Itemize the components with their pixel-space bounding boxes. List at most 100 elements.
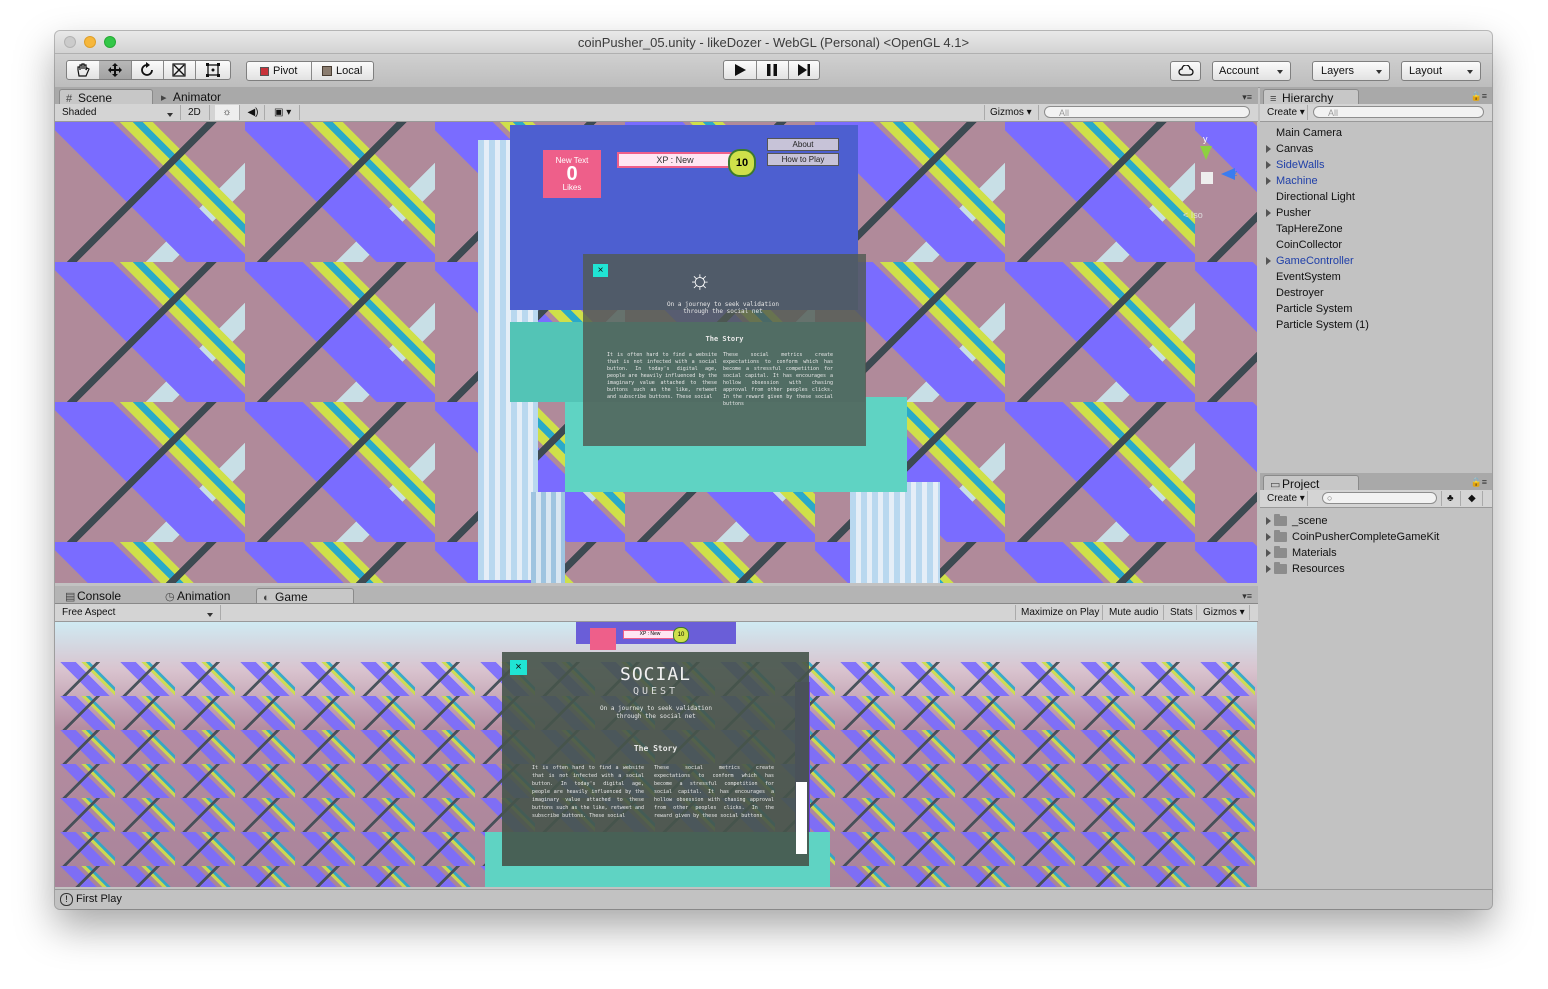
scene-tabbar: # Scene ▸ Animator ▾≡ <box>55 87 1258 105</box>
game-panel-menu-icon[interactable]: ▾≡ <box>1242 591 1252 602</box>
title-bar[interactable]: coinPusher_05.unity - likeDozer - WebGL … <box>55 31 1492 54</box>
hand-tool-button[interactable] <box>67 61 100 79</box>
hierarchy-item-main-camera[interactable]: Main Camera <box>1276 125 1342 141</box>
shading-mode-dropdown[interactable]: Shaded <box>57 105 181 120</box>
main-toolbar: Pivot Local Account Layers Layout <box>55 54 1492 88</box>
pivot-button[interactable]: Pivot <box>247 62 312 80</box>
project-menu-icon[interactable]: 🔒≡ <box>1471 477 1487 488</box>
filter-by-type-button[interactable]: ♣ <box>1441 491 1461 506</box>
hierarchy-item-canvas[interactable]: Canvas <box>1266 141 1313 157</box>
hierarchy-item-eventsystem[interactable]: EventSystem <box>1276 269 1341 285</box>
rotate-tool-button[interactable] <box>131 61 164 79</box>
pause-button[interactable] <box>756 61 789 79</box>
game-gizmos-dropdown[interactable]: Gizmos ▾ <box>1198 605 1250 620</box>
play-button[interactable] <box>724 61 757 79</box>
hierarchy-item-pusher[interactable]: Pusher <box>1266 205 1311 221</box>
tab-game[interactable]: ◐ Game <box>256 588 354 604</box>
project-folder-label: _scene <box>1292 515 1328 527</box>
expand-arrow-icon[interactable] <box>1266 145 1275 153</box>
filter-by-label-button[interactable]: ◆ <box>1463 491 1483 506</box>
project-search-input[interactable]: ○ <box>1322 492 1437 504</box>
scene-close-button[interactable]: × <box>593 264 608 277</box>
gizmo-persp-label: < Iso <box>1183 210 1203 220</box>
expand-arrow-icon[interactable] <box>1266 209 1275 217</box>
move-tool-button[interactable] <box>99 61 132 79</box>
expand-arrow-icon[interactable] <box>1266 177 1275 185</box>
rect-tool-button[interactable] <box>195 61 231 79</box>
tab-scene[interactable]: # Scene <box>59 89 153 105</box>
scene-lighting-toggle[interactable]: ☼ <box>215 105 240 120</box>
aspect-dropdown[interactable]: Free Aspect <box>57 605 221 620</box>
layout-dropdown[interactable]: Layout <box>1401 61 1481 81</box>
scale-tool-button[interactable] <box>163 61 196 79</box>
scene-viewport[interactable]: New Text 0 Likes XP : New 10 About How t… <box>55 122 1257 583</box>
scene-audio-toggle[interactable]: ◀) <box>242 105 265 120</box>
hierarchy-item-destroyer[interactable]: Destroyer <box>1276 285 1324 301</box>
hierarchy-create-dropdown[interactable]: Create ▾ <box>1262 105 1308 120</box>
scene-gizmos-label: Gizmos <box>990 107 1024 118</box>
hierarchy-item-gamecontroller[interactable]: GameController <box>1266 253 1354 269</box>
machine-leg-right <box>850 482 940 583</box>
step-icon <box>798 64 810 76</box>
tab-console-label: Console <box>77 589 122 603</box>
folder-icon <box>1274 546 1287 558</box>
folder-icon <box>1274 514 1287 526</box>
hierarchy-search-input[interactable]: All <box>1313 106 1484 118</box>
hierarchy-item-particle-system-1[interactable]: Particle System (1) <box>1276 317 1369 333</box>
cloud-button[interactable] <box>1170 61 1201 81</box>
hierarchy-item-machine[interactable]: Machine <box>1266 173 1318 189</box>
layers-dropdown[interactable]: Layers <box>1312 61 1390 81</box>
layout-label: Layout <box>1409 65 1443 77</box>
tab-animator[interactable]: ▸ Animator <box>155 89 253 104</box>
expand-arrow-icon[interactable] <box>1266 161 1275 169</box>
hierarchy-item-tapherezone[interactable]: TapHereZone <box>1276 221 1343 237</box>
scene-effects-dropdown[interactable]: ▣ ▾ <box>268 105 300 120</box>
project-create-dropdown[interactable]: Create ▾ <box>1262 491 1308 506</box>
scene-search-input[interactable]: All <box>1044 106 1250 118</box>
project-folder-scene[interactable]: _scene <box>1266 513 1328 529</box>
tab-project-label: Project <box>1282 477 1320 491</box>
game-scroll-handle[interactable] <box>796 782 807 854</box>
playback-controls <box>723 60 820 80</box>
project-folder-coinpusher-kit[interactable]: CoinPusherCompleteGameKit <box>1266 529 1439 545</box>
tab-project[interactable]: ▭ Project <box>1263 475 1359 491</box>
game-level-badge: 10 <box>673 627 689 643</box>
toggle-2d-button[interactable]: 2D <box>183 105 210 120</box>
gizmo-center-cube <box>1201 172 1213 184</box>
game-viewport[interactable]: XP : New 10 × SOCIAL QUEST On a journey … <box>55 622 1257 887</box>
rotate-icon <box>141 62 153 76</box>
status-message[interactable]: First Play <box>76 893 122 905</box>
likes-label: Likes <box>562 183 582 192</box>
hierarchy-item-particle-system[interactable]: Particle System <box>1276 301 1352 317</box>
move-icon <box>108 63 122 77</box>
about-button[interactable]: About <box>767 138 839 151</box>
account-dropdown[interactable]: Account <box>1212 61 1291 81</box>
how-to-play-button[interactable]: How to Play <box>767 153 839 166</box>
orientation-gizmo[interactable]: y z < Iso <box>1173 134 1243 224</box>
expand-arrow-icon[interactable] <box>1266 257 1275 265</box>
tab-hierarchy[interactable]: ≡ Hierarchy <box>1263 89 1359 105</box>
tab-animation[interactable]: ◷ Animation <box>159 588 255 603</box>
toggle-2d-label: 2D <box>188 107 201 118</box>
tab-console[interactable]: ▤ Console <box>59 588 151 603</box>
panel-menu-icon[interactable]: ▾≡ <box>1242 92 1252 103</box>
window-title: coinPusher_05.unity - likeDozer - WebGL … <box>577 35 970 50</box>
editor-window: coinPusher_05.unity - likeDozer - WebGL … <box>55 31 1492 909</box>
level-badge: 10 <box>728 149 756 177</box>
hierarchy-menu-icon[interactable]: 🔒≡ <box>1471 91 1487 102</box>
local-button[interactable]: Local <box>311 62 374 80</box>
hierarchy-item-label: Machine <box>1276 175 1318 187</box>
project-folder-resources[interactable]: Resources <box>1266 561 1345 577</box>
shading-mode-label: Shaded <box>62 107 97 118</box>
stats-toggle[interactable]: Stats <box>1165 605 1197 620</box>
maximize-on-play-toggle[interactable]: Maximize on Play <box>1015 605 1103 620</box>
scene-gizmos-dropdown[interactable]: Gizmos ▾ <box>984 105 1039 120</box>
step-button[interactable] <box>788 61 820 79</box>
project-folder-materials[interactable]: Materials <box>1266 545 1337 561</box>
hierarchy-item-sidewalls[interactable]: SideWalls <box>1266 157 1325 173</box>
folder-icon <box>1274 530 1287 542</box>
mute-audio-toggle[interactable]: Mute audio <box>1104 605 1164 620</box>
hierarchy-item-coincollector[interactable]: CoinCollector <box>1276 237 1342 253</box>
hierarchy-item-directional-light[interactable]: Directional Light <box>1276 189 1355 205</box>
rect-transform-icon <box>206 63 220 77</box>
